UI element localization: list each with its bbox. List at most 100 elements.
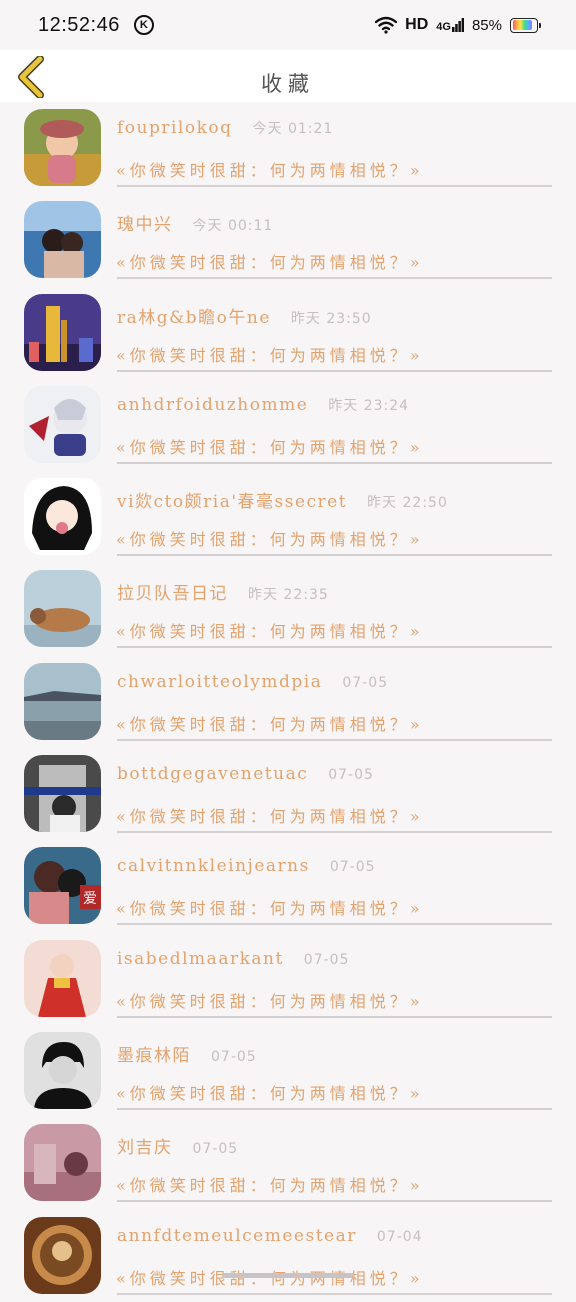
avatar[interactable]	[24, 570, 101, 648]
avatar[interactable]	[24, 1031, 101, 1109]
avatar[interactable]	[24, 662, 101, 740]
item-username[interactable]: isabedlmaarkant	[117, 949, 284, 969]
list-item[interactable]: vi欻cto颇ria'春毫ssecret 昨天 22:50 «你微笑时很甜：何为两情…	[0, 471, 576, 563]
item-username[interactable]: annfdtemeulcemeestear	[117, 1226, 357, 1246]
nav-header: 收藏	[0, 50, 576, 102]
item-header: annfdtemeulcemeestear 07-04	[117, 1226, 423, 1246]
item-quote[interactable]: «你微笑时很甜：何为两情相悦？»	[116, 1080, 424, 1104]
k-badge-icon: K	[133, 15, 154, 35]
divider	[117, 646, 552, 649]
status-indicators: HD 4G 85%	[375, 16, 541, 34]
item-header: vi欻cto颇ria'春毫ssecret 昨天 22:50	[117, 487, 448, 512]
item-username[interactable]: calvitnnkleinjearns	[117, 856, 310, 876]
item-header: 墨痕林陌 07-05	[117, 1041, 257, 1066]
item-username[interactable]: fouprilokoq	[117, 118, 233, 138]
chevron-left-icon	[18, 56, 44, 98]
divider	[117, 1107, 552, 1110]
avatar[interactable]	[24, 478, 101, 556]
status-time: 12:52:46	[38, 13, 120, 36]
item-quote[interactable]: «你微笑时很甜：何为两情相悦？»	[116, 157, 424, 181]
item-username[interactable]: 墨痕林陌	[117, 1041, 191, 1066]
item-timestamp: 07-04	[376, 1228, 423, 1245]
divider	[117, 277, 552, 280]
item-header: chwarloitteolymdpia 07-05	[117, 672, 388, 692]
hd-label: HD	[405, 16, 429, 33]
avatar[interactable]	[24, 293, 101, 371]
divider	[117, 461, 552, 464]
item-timestamp: 昨天 23:24	[328, 397, 410, 414]
item-quote[interactable]: «你微笑时很甜：何为两情相悦？»	[116, 249, 424, 273]
avatar[interactable]	[24, 1124, 101, 1202]
item-timestamp: 07-05	[328, 767, 374, 784]
divider	[117, 1292, 552, 1295]
item-timestamp: 07-05	[342, 674, 389, 691]
signal-bars-icon	[451, 18, 464, 32]
item-username[interactable]: anhdrfoiduzhomme	[117, 395, 308, 415]
divider	[117, 185, 552, 187]
list-item[interactable]: 刘吉庆 07-05 «你微笑时很甜：何为两情相悦？»	[0, 1117, 576, 1209]
item-username[interactable]: ra林g&b瞻o午ne	[117, 303, 271, 328]
item-quote[interactable]: «你微笑时很甜：何为两情相悦？»	[116, 618, 424, 642]
avatar[interactable]	[24, 939, 101, 1017]
network-label: 4G	[436, 21, 451, 33]
item-timestamp: 07-05	[211, 1048, 257, 1065]
item-quote[interactable]: «你微笑时很甜：何为两情相悦？»	[116, 711, 424, 735]
status-bar: 12:52:46 K HD 4G 85%	[0, 0, 576, 50]
item-quote[interactable]: «你微笑时很甜：何为两情相悦？»	[116, 434, 424, 458]
divider	[117, 1200, 552, 1203]
back-button[interactable]	[14, 54, 48, 100]
item-username[interactable]: vi欻cto颇ria'春毫ssecret	[117, 487, 347, 512]
item-timestamp: 今天 00:11	[192, 218, 274, 235]
item-quote[interactable]: «你微笑时很甜：何为两情相悦？»	[116, 988, 424, 1012]
battery-fill	[512, 20, 533, 30]
avatar-love-text: 爱	[83, 891, 97, 907]
list-item[interactable]: 墨痕林陌 07-05 «你微笑时很甜：何为两情相悦？»	[0, 1025, 576, 1117]
item-header: 拉贝队吾日记 昨天 22:35	[117, 579, 329, 604]
item-quote[interactable]: «你微笑时很甜：何为两情相悦？»	[116, 342, 424, 366]
item-quote[interactable]: «你微笑时很甜：何为两情相悦？»	[116, 526, 424, 550]
list-item[interactable]: 拉贝队吾日记 昨天 22:35 «你微笑时很甜：何为两情相悦？»	[0, 563, 576, 655]
item-timestamp: 07-05	[303, 951, 350, 968]
item-username[interactable]: chwarloitteolymdpia	[117, 672, 322, 692]
list-item[interactable]: fouprilokoq 今天 01:21 «你微笑时很甜：何为两情相悦？»	[0, 102, 576, 194]
home-indicator[interactable]	[222, 1273, 354, 1278]
divider	[117, 923, 552, 926]
item-header: 刘吉庆 07-05	[117, 1133, 238, 1158]
item-username[interactable]: 瑰中兴	[117, 210, 173, 235]
item-timestamp: 昨天 22:50	[367, 495, 448, 512]
list-item[interactable]: 爱 calvitnnkleinjearns 07-05 «你微笑时很甜：何为两情相悦？…	[0, 840, 576, 932]
item-quote[interactable]: «你微笑时很甜：何为两情相悦？»	[116, 803, 424, 827]
list-item[interactable]: ra林g&b瞻o午ne 昨天 23:50 «你微笑时很甜：何为两情相悦？»	[0, 287, 576, 379]
battery-icon	[510, 17, 541, 33]
item-username[interactable]: bottdgegavenetuac	[117, 764, 308, 784]
avatar[interactable]	[24, 109, 101, 186]
item-header: bottdgegavenetuac 07-05	[117, 764, 374, 784]
item-quote[interactable]: «你微笑时很甜：何为两情相悦？»	[116, 895, 424, 919]
item-timestamp: 07-05	[192, 1141, 239, 1158]
avatar[interactable]	[24, 1216, 101, 1294]
favorites-list: fouprilokoq 今天 01:21 «你微笑时很甜：何为两情相悦？» 瑰中兴 今天…	[0, 102, 576, 1302]
list-item[interactable]: anhdrfoiduzhomme 昨天 23:24 «你微笑时很甜：何为两情相悦？»	[0, 379, 576, 471]
list-item[interactable]: chwarloitteolymdpia 07-05 «你微笑时很甜：何为两情相悦？»	[0, 656, 576, 748]
item-header: calvitnnkleinjearns 07-05	[117, 856, 376, 876]
item-header: isabedlmaarkant 07-05	[117, 949, 349, 969]
item-header: anhdrfoiduzhomme 昨天 23:24	[117, 395, 409, 415]
avatar[interactable]: 爱	[24, 847, 101, 925]
avatar[interactable]	[24, 201, 101, 279]
list-item[interactable]: annfdtemeulcemeestear 07-04 «你微笑时很甜：何为两情相悦…	[0, 1210, 576, 1302]
divider	[117, 369, 552, 372]
item-quote[interactable]: «你微笑时很甜：何为两情相悦？»	[116, 1172, 424, 1196]
list-item[interactable]: isabedlmaarkant 07-05 «你微笑时很甜：何为两情相悦？»	[0, 933, 576, 1025]
item-timestamp: 今天 01:21	[252, 121, 334, 137]
item-username[interactable]: 刘吉庆	[117, 1133, 173, 1158]
list-item[interactable]: 瑰中兴 今天 00:11 «你微笑时很甜：何为两情相悦？»	[0, 194, 576, 286]
network-signal-icon: 4G	[436, 18, 464, 33]
item-timestamp: 昨天 23:50	[290, 310, 372, 327]
avatar[interactable]	[24, 755, 101, 833]
divider	[117, 1015, 552, 1018]
avatar[interactable]	[24, 385, 101, 463]
item-timestamp: 07-05	[329, 859, 376, 876]
item-username[interactable]: 拉贝队吾日记	[117, 579, 228, 604]
page-title: 收藏	[261, 72, 315, 96]
list-item[interactable]: bottdgegavenetuac 07-05 «你微笑时很甜：何为两情相悦？»	[0, 748, 576, 840]
